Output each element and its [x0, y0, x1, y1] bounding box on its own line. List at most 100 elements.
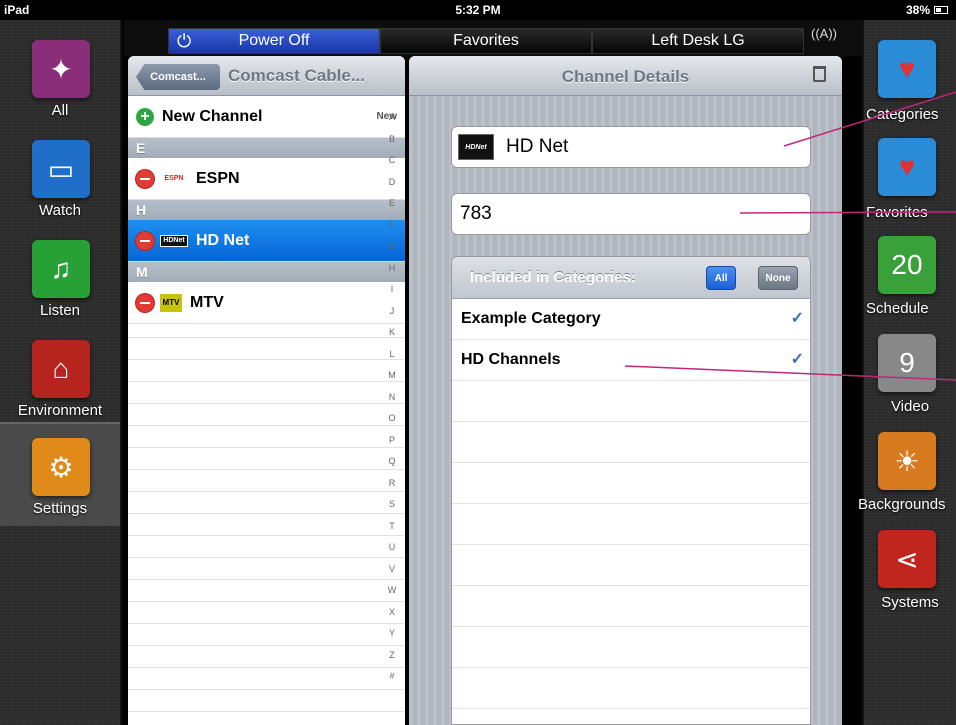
channel-name: MTV	[190, 293, 224, 311]
category-row[interactable]: Example Category ✓	[452, 299, 810, 340]
select-all-button[interactable]: All	[706, 266, 736, 290]
index-letter[interactable]: H	[379, 263, 405, 273]
index-letter[interactable]: M	[379, 370, 405, 380]
index-letter[interactable]: L	[379, 349, 405, 359]
delete-icon[interactable]	[136, 293, 154, 312]
list-nav-bar: Comcast... Comcast Cable...	[128, 56, 405, 96]
index-letter[interactable]: C	[379, 155, 405, 165]
index-letter[interactable]: P	[379, 435, 405, 445]
index-letter[interactable]: S	[379, 499, 405, 509]
delete-icon[interactable]	[136, 169, 154, 188]
heart-plus-icon: ♥	[878, 138, 936, 196]
alphabet-index[interactable]: A B C D E F G H I J K L M N O P Q R S T U V W X Y Z #	[379, 96, 405, 725]
power-label: Power Off	[238, 32, 310, 49]
hdnet-logo-icon: HDNet	[160, 234, 188, 247]
top-bar: ⏻ Power Off Favorites Left Desk LG ((A))	[124, 20, 862, 56]
gears-icon: ⚙	[32, 438, 90, 496]
index-letter[interactable]: N	[379, 392, 405, 402]
battery-percent: 38%	[905, 3, 930, 17]
battery-icon	[934, 6, 948, 14]
rail-label: Schedule	[866, 300, 929, 317]
index-letter[interactable]: I	[379, 284, 405, 294]
right-rail: ♥ Categories ♥ Favorites 20 Schedule 9 V…	[858, 20, 956, 725]
index-letter[interactable]: X	[379, 607, 405, 617]
list-title: Comcast Cable...	[228, 66, 365, 85]
index-letter[interactable]: V	[379, 564, 405, 574]
rail-item-all[interactable]: ✦ All	[0, 30, 120, 130]
mtv-logo-icon: MTV	[160, 293, 182, 312]
index-letter[interactable]: F	[379, 220, 405, 230]
channel-details-panel: Channel Details HDNet HD Net Included in…	[409, 56, 842, 725]
rail-item-settings[interactable]: ⚙ Settings	[0, 422, 120, 526]
channel-name-value[interactable]: HD Net	[506, 136, 568, 158]
channel-row-mtv[interactable]: MTV MTV	[128, 282, 405, 324]
battery-indicator: 38%	[906, 3, 948, 17]
rail-label: Video	[890, 398, 930, 415]
index-letter[interactable]: J	[379, 306, 405, 316]
channel-row-espn[interactable]: ESPN ESPN	[128, 158, 405, 200]
checkmark-icon: ✓	[790, 310, 804, 327]
tv-icon: ▭	[32, 140, 90, 198]
rail-item-backgrounds[interactable]: ☀ Backgrounds	[858, 422, 956, 522]
index-letter[interactable]: G	[379, 241, 405, 251]
index-letter[interactable]: A	[379, 112, 405, 122]
select-none-button[interactable]: None	[758, 266, 798, 290]
house-icon: ⌂	[32, 340, 90, 398]
rail-label: Listen	[39, 302, 81, 319]
category-row[interactable]: HD Channels ✓	[452, 340, 810, 381]
index-letter[interactable]: Q	[379, 456, 405, 466]
left-rail: ✦ All ▭ Watch ♫ Listen ⌂ Environment ⚙ S…	[0, 20, 122, 725]
index-letter[interactable]: #	[379, 671, 405, 681]
channel-row-hdnet[interactable]: HDNet HD Net	[128, 220, 405, 262]
rail-item-watch[interactable]: ▭ Watch	[0, 130, 120, 230]
rail-item-favorites[interactable]: ♥ Favorites	[864, 128, 956, 228]
espn-logo-icon: ESPN	[164, 175, 184, 182]
index-letter[interactable]: U	[379, 542, 405, 552]
rail-label: Favorites	[866, 204, 928, 221]
index-letter[interactable]: O	[379, 413, 405, 423]
back-button[interactable]: Comcast...	[136, 64, 220, 90]
new-channel-row[interactable]: + New Channel New	[128, 96, 405, 138]
index-letter[interactable]: Y	[379, 628, 405, 638]
new-channel-label: New Channel	[162, 107, 263, 125]
channel-logo-icon[interactable]: HDNet	[458, 134, 494, 160]
channel-name-field[interactable]: HDNet HD Net	[451, 126, 811, 168]
categories-table: Included in Categories: All None Example…	[451, 256, 811, 725]
detail-nav-bar: Channel Details	[409, 56, 842, 96]
favorites-label: Favorites	[453, 32, 519, 49]
power-off-button[interactable]: ⏻ Power Off	[168, 28, 380, 54]
trash-icon[interactable]	[813, 66, 826, 82]
rail-item-video[interactable]: 9 Video	[864, 324, 956, 424]
channel-list-panel: Comcast... Comcast Cable... + New Channe…	[128, 56, 405, 725]
rail-label: Settings	[32, 500, 88, 517]
index-letter[interactable]: K	[379, 327, 405, 337]
favorites-button[interactable]: Favorites	[380, 28, 592, 54]
film-countdown-icon: 9	[878, 334, 936, 392]
antenna-icon[interactable]: ((A))	[810, 26, 838, 52]
rail-item-listen[interactable]: ♫ Listen	[0, 230, 120, 330]
index-letter[interactable]: D	[379, 177, 405, 187]
delete-icon[interactable]	[136, 231, 154, 250]
rail-item-categories[interactable]: ♥ Categories	[864, 30, 956, 130]
share-nodes-icon: ⋖	[878, 530, 936, 588]
section-header: E	[128, 138, 405, 158]
rail-item-systems[interactable]: ⋖ Systems	[864, 520, 956, 620]
channel-name: ESPN	[196, 169, 240, 187]
clock: 5:32 PM	[455, 3, 501, 17]
index-letter[interactable]: T	[379, 521, 405, 531]
index-letter[interactable]: R	[379, 478, 405, 488]
power-icon: ⏻	[177, 30, 192, 51]
room-selector-button[interactable]: Left Desk LG	[592, 28, 804, 54]
rail-item-schedule[interactable]: 20 Schedule	[864, 226, 956, 326]
index-letter[interactable]: W	[379, 585, 405, 595]
rail-label: Environment	[17, 402, 103, 419]
rail-item-environment[interactable]: ⌂ Environment	[0, 330, 120, 430]
rail-label: Categories	[866, 106, 939, 123]
index-letter[interactable]: B	[379, 134, 405, 144]
section-header: M	[128, 262, 405, 282]
channel-number-field[interactable]	[451, 193, 811, 235]
rail-label: Backgrounds	[858, 496, 946, 513]
channel-number-input[interactable]	[460, 203, 760, 225]
index-letter[interactable]: E	[379, 198, 405, 208]
index-letter[interactable]: Z	[379, 650, 405, 660]
